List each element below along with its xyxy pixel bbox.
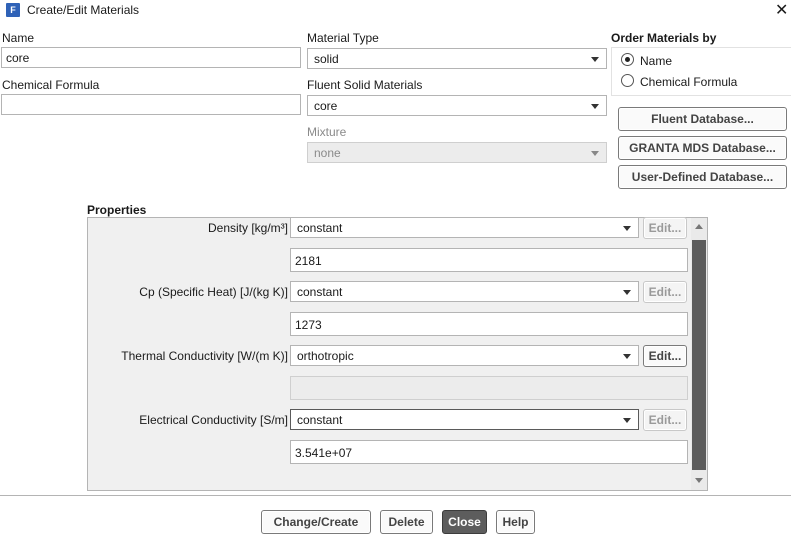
order-chemical-formula-radio[interactable] xyxy=(621,74,634,87)
electrical-conductivity-label: Electrical Conductivity [S/m] xyxy=(139,413,288,427)
mixture-dropdown: none xyxy=(307,142,607,163)
thermal-value-input xyxy=(290,376,688,400)
density-value-input[interactable]: 2181 xyxy=(290,248,688,272)
fluent-solid-materials-dropdown[interactable]: core xyxy=(307,95,607,116)
density-method-value: constant xyxy=(297,221,343,235)
change-create-button[interactable]: Change/Create xyxy=(261,510,371,534)
delete-button[interactable]: Delete xyxy=(380,510,433,534)
scrollbar-thumb[interactable] xyxy=(692,240,706,470)
electrical-method-dropdown[interactable]: constant xyxy=(290,409,639,430)
chevron-down-icon xyxy=(623,290,631,295)
fluent-solid-materials-label: Fluent Solid Materials xyxy=(307,78,423,92)
thermal-edit-button[interactable]: Edit... xyxy=(643,345,687,367)
fluent-solid-materials-value: core xyxy=(314,99,338,113)
thermal-conductivity-label: Thermal Conductivity [W/(m K)] xyxy=(121,349,288,363)
chevron-down-icon xyxy=(591,104,599,109)
properties-label: Properties xyxy=(87,203,147,217)
order-materials-label: Order Materials by xyxy=(611,31,717,45)
chevron-down-icon xyxy=(623,354,631,359)
fluent-database-button[interactable]: Fluent Database... xyxy=(618,107,787,131)
mixture-value: none xyxy=(314,146,341,160)
chevron-down-icon xyxy=(623,226,631,231)
material-type-value: solid xyxy=(314,52,339,66)
material-type-dropdown[interactable]: solid xyxy=(307,48,607,69)
cp-value-input[interactable]: 1273 xyxy=(290,312,688,336)
window-title: Create/Edit Materials xyxy=(27,3,140,17)
chevron-down-icon xyxy=(591,151,599,156)
help-button[interactable]: Help xyxy=(496,510,535,534)
scroll-down-arrow-icon[interactable] xyxy=(695,478,703,483)
density-edit-button: Edit... xyxy=(643,217,687,239)
density-label: Density [kg/m³] xyxy=(207,221,288,235)
order-chemical-formula-label: Chemical Formula xyxy=(640,75,738,89)
cp-edit-button: Edit... xyxy=(643,281,687,303)
chemical-formula-input[interactable] xyxy=(1,94,301,115)
name-input[interactable]: core xyxy=(1,47,301,68)
material-type-label: Material Type xyxy=(307,31,379,45)
cp-method-dropdown[interactable]: constant xyxy=(290,281,639,302)
title-bar: F Create/Edit Materials ✕ xyxy=(0,0,791,22)
mixture-label: Mixture xyxy=(307,125,347,139)
electrical-edit-button: Edit... xyxy=(643,409,687,431)
granta-database-button[interactable]: GRANTA MDS Database... xyxy=(618,136,787,160)
chevron-down-icon xyxy=(591,57,599,62)
cp-label: Cp (Specific Heat) [J/(kg K)] xyxy=(139,285,288,299)
cp-method-value: constant xyxy=(297,285,343,299)
chemical-formula-label: Chemical Formula xyxy=(2,78,100,92)
scroll-up-arrow-icon[interactable] xyxy=(695,224,703,229)
close-icon[interactable]: ✕ xyxy=(775,0,788,20)
thermal-method-value: orthotropic xyxy=(297,349,354,363)
user-defined-database-button[interactable]: User-Defined Database... xyxy=(618,165,787,189)
chevron-down-icon xyxy=(623,418,631,423)
footer-divider xyxy=(0,495,791,496)
electrical-value-input[interactable]: 3.541e+07 xyxy=(290,440,688,464)
thermal-method-dropdown[interactable]: orthotropic xyxy=(290,345,639,366)
density-method-dropdown[interactable]: constant xyxy=(290,217,639,238)
name-label: Name xyxy=(2,31,35,45)
order-name-radio[interactable] xyxy=(621,53,634,66)
close-button[interactable]: Close xyxy=(442,510,487,534)
fluent-app-icon: F xyxy=(6,3,20,17)
electrical-method-value: constant xyxy=(297,413,343,427)
order-name-label: Name xyxy=(640,54,673,68)
